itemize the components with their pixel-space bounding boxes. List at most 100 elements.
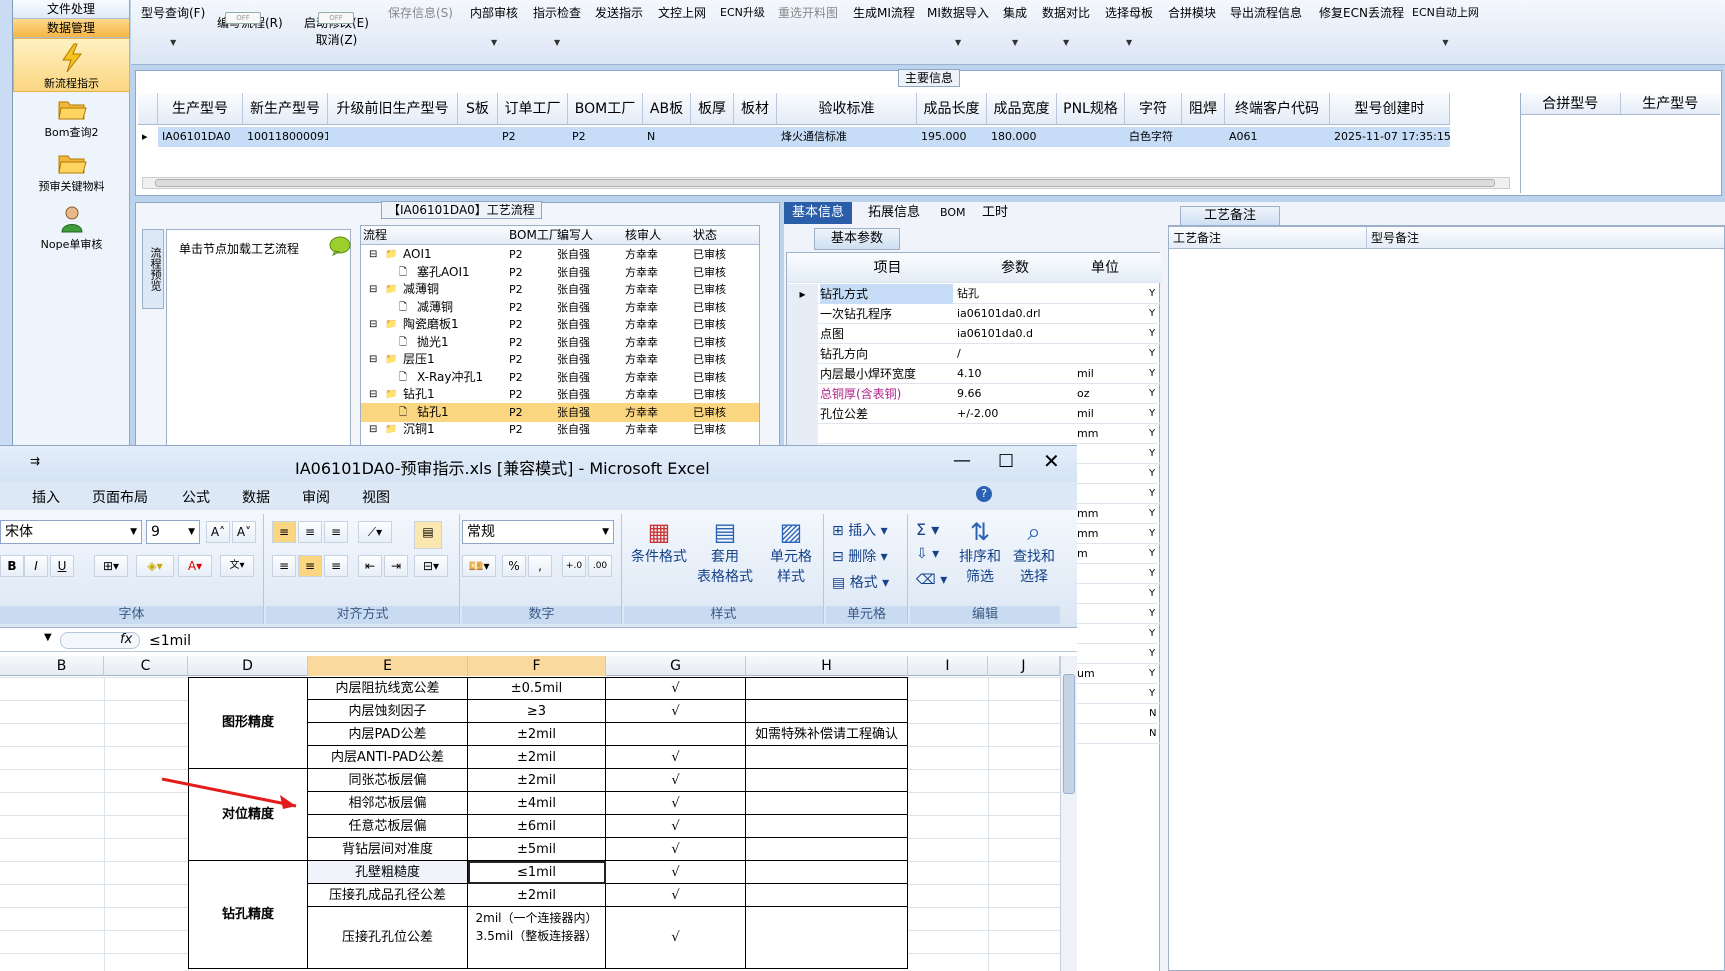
formula-input[interactable]: ≤1mil (145, 630, 1057, 652)
spec-value-cell[interactable]: 2mil（一个连接器内） 3.5mil（整板连接器） (468, 907, 606, 969)
ecn-auto-upload-button[interactable]: ECN自动上网 ▼ (1412, 4, 1479, 47)
spec-value-cell[interactable]: ±4mil (468, 792, 606, 815)
param-value[interactable]: ia06101da0.d (957, 324, 1033, 344)
table-cell[interactable]: 195.000 (917, 127, 987, 147)
col-item[interactable]: 项目 (820, 253, 955, 283)
tree-column-header[interactable]: 状态 (693, 226, 717, 245)
note-cell[interactable] (746, 861, 908, 884)
group-label-cell[interactable]: 图形精度 (188, 677, 308, 769)
check-cell[interactable]: √ (606, 700, 746, 723)
spec-name-cell[interactable]: 相邻芯板层偏 (308, 792, 468, 815)
expand-icon[interactable]: ⊟ (369, 350, 377, 369)
quick-access-icon[interactable]: ⇉ (30, 454, 40, 468)
ecn-upgrade-button[interactable]: ECN升级 (720, 4, 765, 20)
merge-module-button[interactable]: 合拼模块 (1168, 4, 1216, 21)
column-header-cell[interactable]: 成品长度 (917, 93, 987, 125)
expand-icon[interactable]: ⊟ (369, 385, 377, 404)
horizontal-scrollbar[interactable] (142, 177, 1510, 189)
row-selector[interactable] (787, 304, 818, 324)
row-selector[interactable] (787, 404, 818, 424)
model-query-button[interactable]: 型号查询(F) ▼ (141, 4, 205, 47)
tree-row[interactable]: 🗋 抛光1 P2 张自强 方幸幸 已审核 (361, 333, 759, 352)
spec-value-cell[interactable]: ±2mil (468, 769, 606, 792)
gen-mi-flow-button[interactable]: 生成MI流程 (853, 4, 915, 21)
spec-name-cell[interactable]: 同张芯板层偏 (308, 769, 468, 792)
note-cell[interactable]: 如需特殊补偿请工程确认 (746, 723, 908, 746)
expand-icon[interactable]: ⊟ (369, 280, 377, 299)
column-header-cell[interactable]: 板厚 (691, 93, 734, 125)
column-header-cell[interactable]: 型号创建时 (1330, 93, 1450, 125)
check-cell[interactable]: √ (606, 792, 746, 815)
row-selector-icon[interactable]: ▸ (138, 127, 158, 147)
tree-column-header[interactable]: BOM工厂 (509, 226, 561, 245)
maximize-icon[interactable]: ☐ (998, 451, 1014, 472)
clear-icon[interactable]: ⌫ ▾ (916, 572, 947, 588)
font-name-box[interactable]: 宋体 ▼ (0, 520, 142, 544)
number-format-box[interactable]: 常规 ▼ (462, 520, 614, 544)
table-cell[interactable]: P2 (498, 127, 568, 147)
param-value[interactable]: 9.66 (957, 384, 982, 404)
menu-item[interactable]: 页面布局 (92, 487, 148, 507)
spec-value-cell[interactable]: ±6mil (468, 815, 606, 838)
menu-item[interactable]: 插入 (32, 487, 60, 507)
spec-name-cell[interactable]: 压接孔孔位公差 (308, 907, 468, 969)
write-flow-button[interactable]: OFF编写流程(R) (217, 12, 283, 31)
menu-item[interactable]: 视图 (362, 487, 390, 507)
check-cell[interactable]: √ (606, 884, 746, 907)
menu-item[interactable]: 审阅 (302, 487, 330, 507)
sidebar-item-new-flow[interactable]: 新流程指示 (13, 38, 130, 92)
table-row[interactable]: 钻孔方向 / Y (787, 344, 1161, 364)
indent-decrease-icon[interactable]: ⇤ (358, 555, 382, 577)
row-selector[interactable]: ▸ (787, 284, 818, 304)
check-cell[interactable]: √ (606, 861, 746, 884)
increase-decimal-icon[interactable]: +.0 (562, 555, 586, 577)
spec-value-cell[interactable]: ±2mil (468, 746, 606, 769)
percent-icon[interactable]: % (502, 555, 526, 577)
merge-model-header[interactable]: 合拼型号 (1521, 93, 1621, 114)
export-merge-button[interactable]: 导出流程信息 (1230, 4, 1302, 21)
spec-value-cell[interactable]: ±5mil (468, 838, 606, 861)
sidebar-item-bom-query[interactable]: Bom查询2 (13, 92, 130, 146)
tab-bom[interactable]: BOM (932, 202, 974, 224)
column-header-cell[interactable]: J (988, 656, 1060, 676)
table-row[interactable]: ▸IA06101DA010011800009116P2P2N烽火通信标准195.… (138, 127, 1450, 147)
table-row[interactable]: ▸ 钻孔方式 钻孔 Y (787, 284, 1161, 304)
column-header-cell[interactable]: AB板 (643, 93, 691, 125)
table-cell[interactable]: N (643, 127, 691, 147)
table-row[interactable]: 内层最小焊环宽度 4.10 mil Y (787, 364, 1161, 384)
table-cell[interactable] (1182, 127, 1225, 147)
spec-value-cell[interactable]: ±0.5mil (468, 677, 606, 700)
spec-name-cell[interactable]: 孔壁粗糙度 (308, 861, 468, 884)
sort-filter-button[interactable]: ⇅ 排序和 筛选 (954, 518, 1006, 586)
row-selector[interactable] (787, 324, 818, 344)
mi-import-button[interactable]: MI数据导入 ▼ (927, 4, 989, 47)
param-value[interactable]: +/-2.00 (957, 404, 998, 424)
off-toggle[interactable]: OFF (318, 12, 354, 24)
minimize-icon[interactable]: — (953, 450, 971, 471)
row-selector[interactable] (787, 344, 818, 364)
align-middle-icon[interactable]: ≡ (298, 521, 322, 543)
note-cell[interactable] (746, 838, 908, 861)
note-cell[interactable] (746, 746, 908, 769)
tab-work-hours[interactable]: 工时 (974, 202, 1016, 224)
wrap-text-icon[interactable]: ▤ (414, 521, 442, 549)
send-instruction-button[interactable]: 发送指示 (595, 4, 643, 21)
delete-cells-button[interactable]: ⊟ 删除 ▾ (832, 546, 888, 566)
column-header-cell[interactable]: 字符 (1125, 93, 1182, 125)
format-cells-button[interactable]: ▤ 格式 ▾ (832, 572, 889, 592)
spec-value-cell[interactable]: ±2mil (468, 884, 606, 907)
column-header-cell[interactable]: E (308, 656, 468, 676)
table-format-button[interactable]: ▤ 套用 表格格式 (692, 518, 758, 586)
spec-name-cell[interactable]: 压接孔成品孔径公差 (308, 884, 468, 907)
col-unit[interactable]: 单位 (1075, 253, 1135, 283)
column-header-cell[interactable]: G (606, 656, 746, 676)
column-header-cell[interactable]: B (20, 656, 104, 676)
column-header-cell[interactable]: D (188, 656, 308, 676)
menu-item[interactable]: 数据 (242, 487, 270, 507)
align-bottom-icon[interactable]: ≡ (324, 521, 348, 543)
col-param[interactable]: 参数 (955, 253, 1075, 283)
italic-icon[interactable]: I (24, 555, 48, 577)
fill-icon[interactable]: ⇩ ▾ (916, 546, 939, 562)
spec-name-cell[interactable]: 背钻层间对准度 (308, 838, 468, 861)
tree-row[interactable]: 📁 ⊟ 陶瓷磨板1 P2 张自强 方幸幸 已审核 (361, 315, 759, 334)
